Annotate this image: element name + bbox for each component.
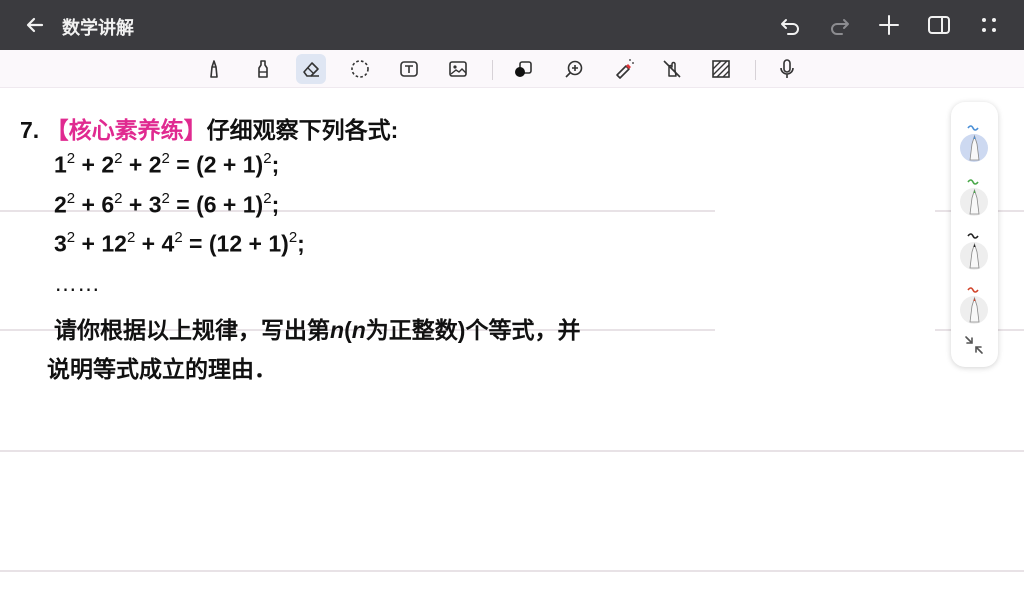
laser-pointer-icon[interactable] <box>608 54 638 84</box>
problem-intro: 仔细观察下列各式: <box>206 117 399 143</box>
more-icon[interactable] <box>976 12 1002 38</box>
equation-1: 12 + 22 + 22 = (2 + 1)2; <box>54 150 280 178</box>
ruled-line <box>0 570 1024 572</box>
shape-tool-icon[interactable] <box>508 54 538 84</box>
problem-tag: 【核心素养练】 <box>45 117 207 143</box>
zoom-icon[interactable] <box>559 54 589 84</box>
drawing-toolbar <box>0 50 1024 88</box>
lasso-select-icon[interactable] <box>345 54 375 84</box>
problem-number: 7. <box>20 117 40 143</box>
pen-green[interactable] <box>959 176 990 216</box>
ruled-line <box>0 450 1024 452</box>
back-arrow-icon[interactable] <box>22 11 50 39</box>
background-pattern-icon[interactable] <box>706 54 736 84</box>
equation-2: 22 + 62 + 32 = (6 + 1)2; <box>54 190 280 218</box>
pen-icon <box>967 233 980 269</box>
equation-3: 32 + 122 + 42 = (12 + 1)2; <box>54 229 305 257</box>
page-title: 数学讲解 <box>62 18 134 38</box>
collapse-icon[interactable] <box>963 334 985 356</box>
highlighter-tool-icon[interactable] <box>248 54 278 84</box>
question-line-1: 请你根据以上规律，写出第n(n为正整数)个等式，并 <box>54 317 581 343</box>
pen-icon <box>967 179 980 215</box>
ellipsis: …… <box>54 270 100 296</box>
text-box-icon[interactable] <box>394 54 424 84</box>
redo-icon[interactable] <box>827 12 853 38</box>
title-bar: 数学讲解 <box>0 0 1024 50</box>
pen-blue[interactable] <box>959 122 990 162</box>
problem-heading: 7. 【核心素养练】仔细观察下列各式: <box>20 111 398 145</box>
add-icon[interactable] <box>876 12 902 38</box>
toolbar-divider <box>755 60 756 80</box>
pen-red[interactable] <box>959 284 990 324</box>
undo-icon[interactable] <box>777 12 803 38</box>
pen-panel <box>951 102 998 367</box>
pen-icon <box>967 287 980 323</box>
pen-black[interactable] <box>959 230 990 270</box>
hand-draw-toggle-icon[interactable] <box>657 54 687 84</box>
pen-tool-icon[interactable] <box>199 54 229 84</box>
panel-toggle-icon[interactable] <box>926 12 952 38</box>
question-line-2: 说明等式成立的理由． <box>47 356 277 382</box>
pen-icon <box>967 125 980 161</box>
eraser-tool-icon[interactable] <box>296 54 326 84</box>
toolbar-divider <box>492 60 493 80</box>
image-icon[interactable] <box>443 54 473 84</box>
microphone-icon[interactable] <box>772 54 802 84</box>
